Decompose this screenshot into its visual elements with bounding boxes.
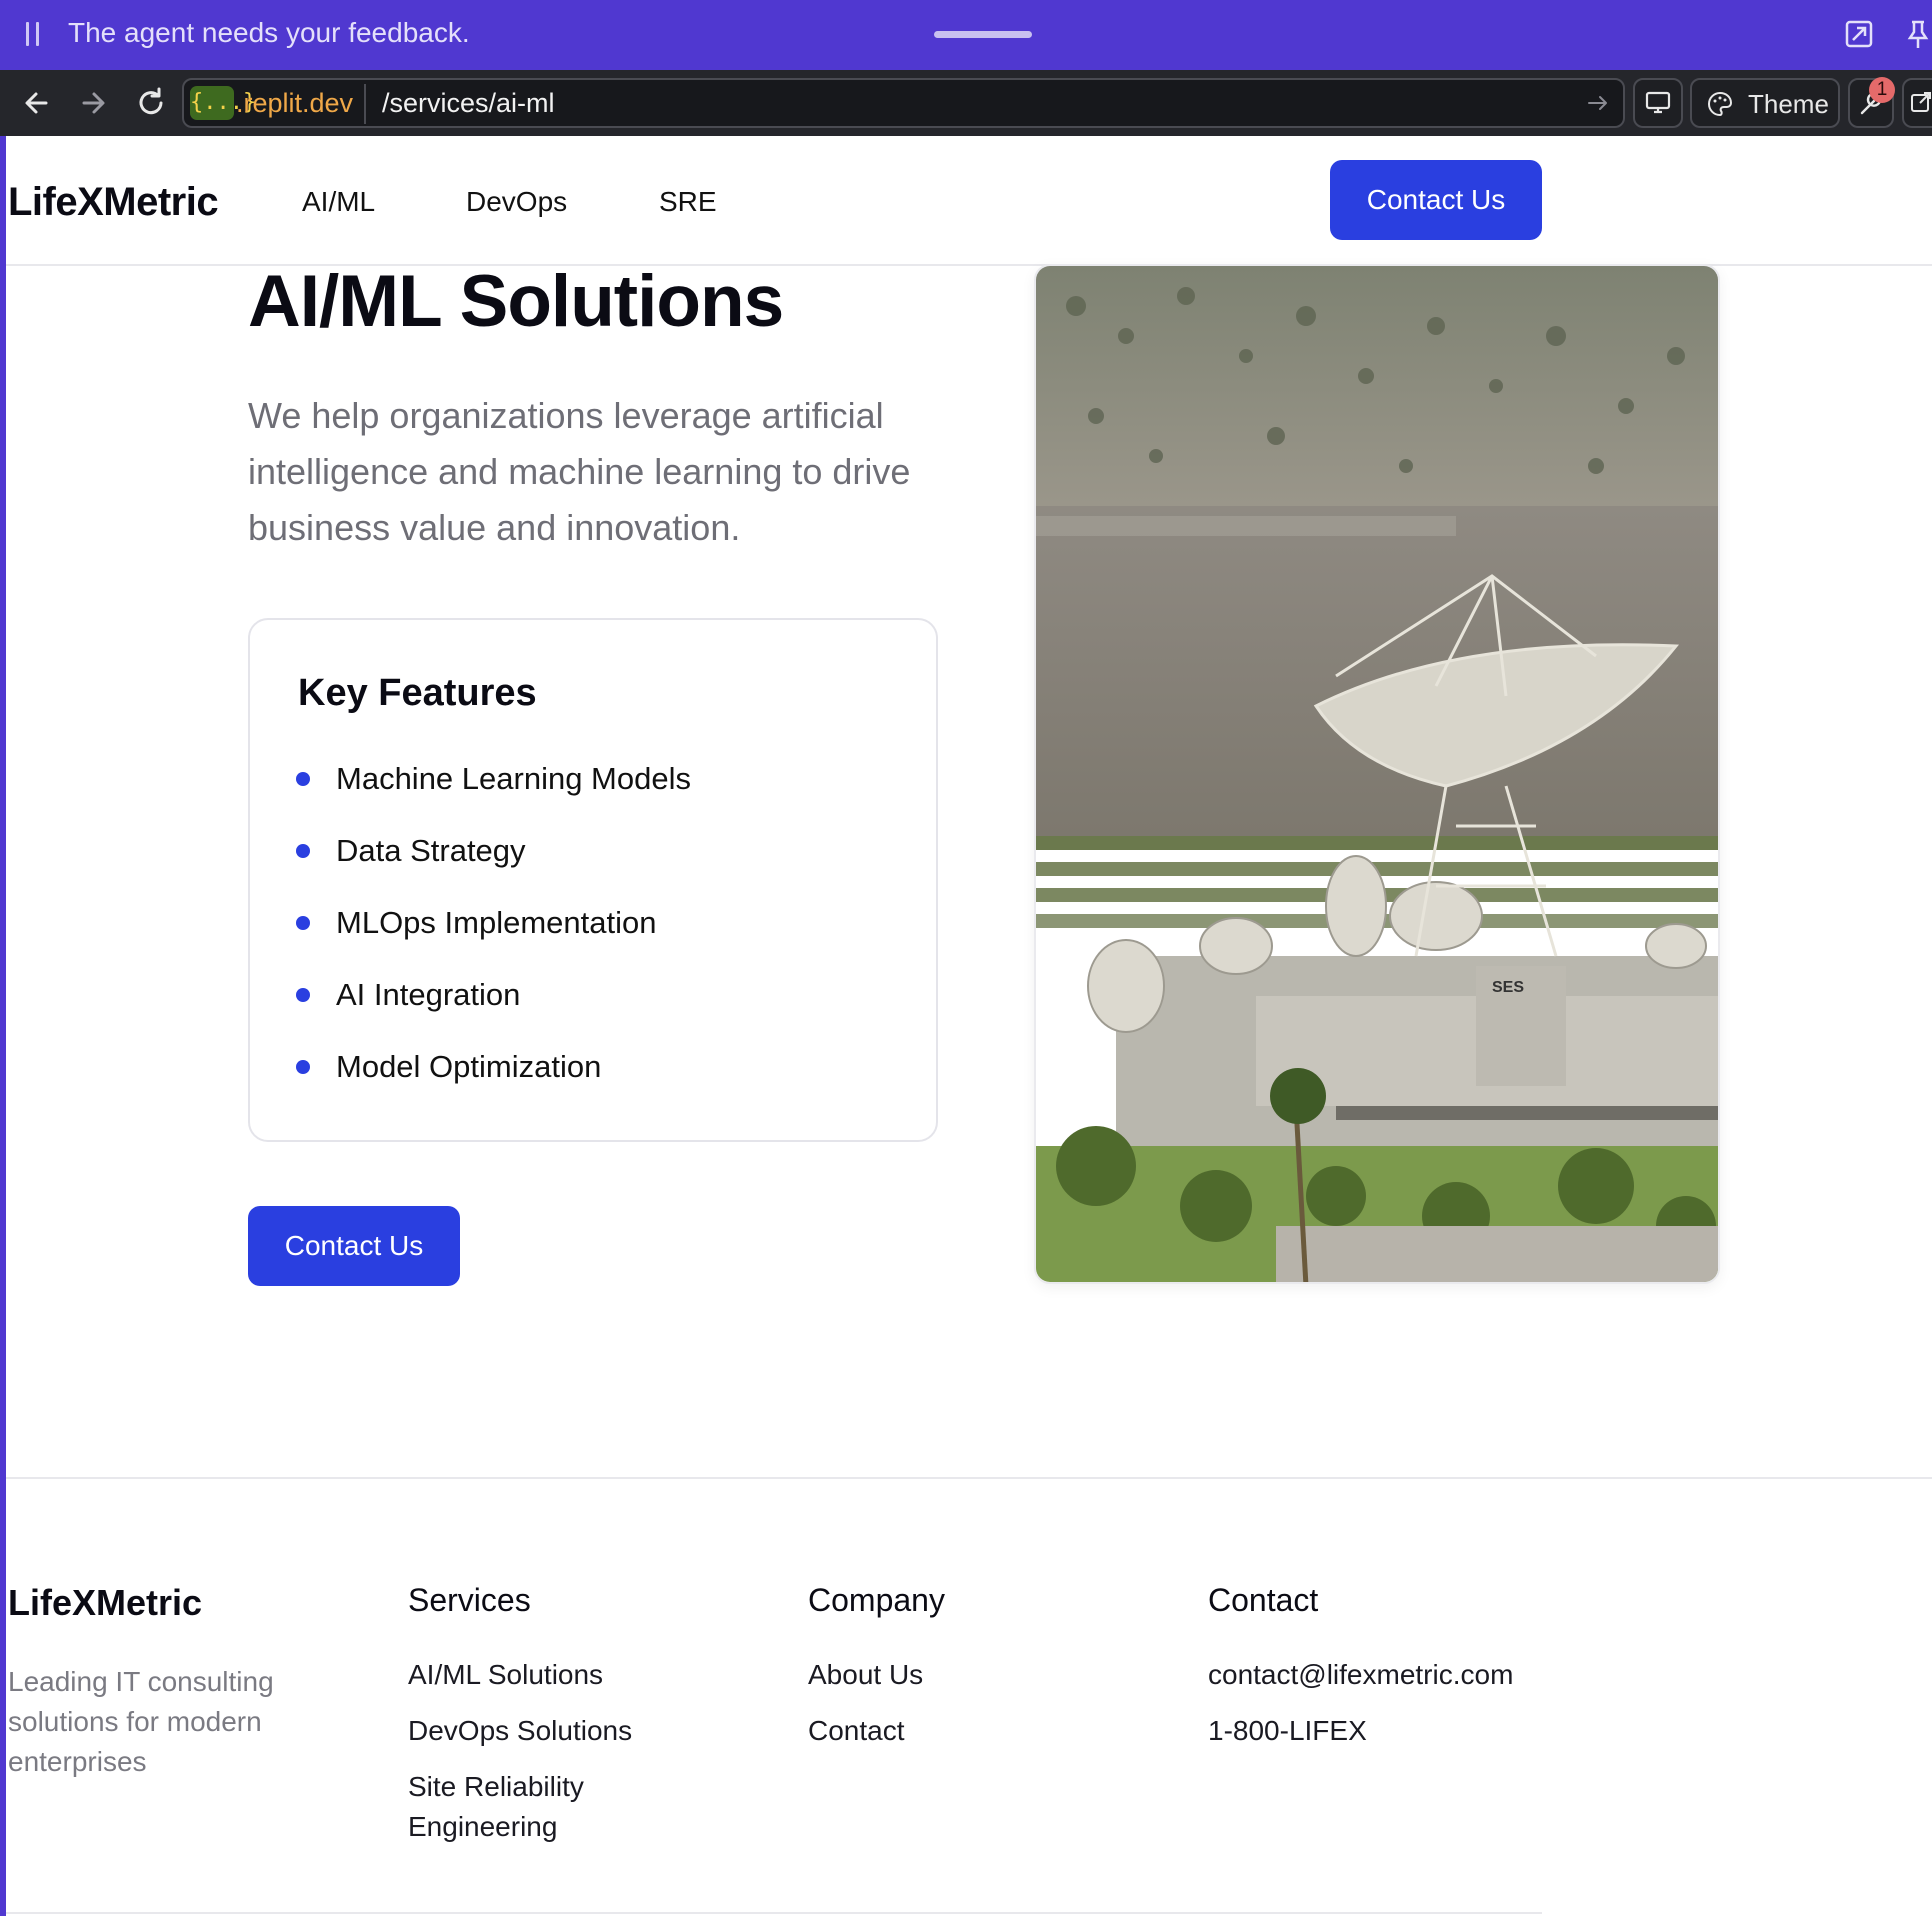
footer-link-sre[interactable]: Site Reliability Engineering: [408, 1767, 628, 1847]
feature-list: Machine Learning Models Data Strategy ML…: [296, 760, 691, 1120]
footer-logo: LifeXMetric: [8, 1582, 203, 1623]
footer-company-title: Company: [808, 1582, 945, 1618]
nav-link-sre[interactable]: SRE: [659, 186, 717, 218]
key-features-card: Key Features Machine Learning Models Dat…: [248, 618, 938, 1142]
hero-description: We help organizations leverage artificia…: [248, 395, 911, 548]
footer-link-about[interactable]: About Us: [808, 1655, 923, 1695]
page-title: AI/ML Solutions: [248, 261, 784, 342]
feature-label: MLOps Implementation: [336, 905, 657, 940]
browser-toolbar: {...} .replit.dev /services/ai-ml Theme: [0, 70, 1932, 136]
feature-item: AI Integration: [296, 976, 691, 1048]
feature-label: Machine Learning Models: [336, 761, 691, 796]
open-tab-button[interactable]: [1902, 78, 1932, 128]
pause-icon[interactable]: [26, 22, 40, 46]
nav-link-devops[interactable]: DevOps: [466, 186, 567, 218]
drag-handle[interactable]: [934, 31, 1032, 38]
satellite-station-image: SES: [1036, 266, 1718, 1282]
feature-item: Data Strategy: [296, 832, 691, 904]
hero-contact-button[interactable]: Contact Us: [248, 1206, 460, 1286]
footer-tagline: Leading IT consulting solutions for mode…: [8, 1666, 274, 1777]
bullet-icon: [296, 988, 310, 1002]
pin-icon[interactable]: [1900, 16, 1932, 52]
feature-label: Model Optimization: [336, 1049, 602, 1084]
svg-text:SES: SES: [1492, 979, 1524, 996]
feature-item: Machine Learning Models: [296, 760, 691, 832]
footer-services-title: Services: [408, 1582, 531, 1618]
open-external-icon[interactable]: [1841, 16, 1877, 52]
device-icon: [1645, 91, 1671, 114]
palette-icon: [1708, 91, 1733, 117]
hero-image: SES: [1034, 264, 1720, 1284]
footer-contact-phone: 1-800-LIFEX: [1208, 1715, 1367, 1746]
footer-link-contact[interactable]: Contact: [808, 1711, 905, 1751]
key-features-title: Key Features: [298, 672, 537, 714]
url-host: .replit.dev: [236, 88, 354, 118]
nav-link-aiml[interactable]: AI/ML: [302, 186, 375, 218]
bullet-icon: [296, 916, 310, 930]
footer-link-devops[interactable]: DevOps Solutions: [408, 1711, 632, 1751]
url-divider: [364, 84, 366, 124]
go-arrow-icon[interactable]: [1585, 90, 1611, 116]
back-arrow-icon[interactable]: [14, 80, 60, 126]
site-header: LifeXMetric AI/ML DevOps SRE Contact Us: [6, 136, 1932, 266]
feature-item: Model Optimization: [296, 1048, 691, 1120]
agent-message: The agent needs your feedback.: [68, 17, 470, 48]
device-button[interactable]: [1633, 78, 1683, 128]
footer-divider: [6, 1477, 1932, 1479]
reload-icon[interactable]: [128, 80, 174, 126]
footer-bottom-divider: [6, 1912, 1542, 1914]
bullet-icon: [296, 844, 310, 858]
bullet-icon: [296, 1060, 310, 1074]
url-host-chip: {...}: [190, 86, 256, 120]
agent-banner: The agent needs your feedback.: [0, 0, 1932, 70]
theme-label: Theme: [1748, 89, 1829, 119]
page: LifeXMetric AI/ML DevOps SRE Contact Us …: [0, 136, 1932, 1916]
forward-arrow-icon[interactable]: [70, 80, 116, 126]
url-path: /services/ai-ml: [382, 88, 555, 118]
open-new-tab-icon: [1911, 92, 1931, 112]
header-contact-button[interactable]: Contact Us: [1330, 160, 1542, 240]
feature-item: MLOps Implementation: [296, 904, 691, 976]
footer-link-aiml[interactable]: AI/ML Solutions: [408, 1655, 603, 1695]
notification-badge: 1: [1869, 77, 1895, 103]
bullet-icon: [296, 772, 310, 786]
footer-contact-title: Contact: [1208, 1582, 1319, 1618]
footer-contact-email[interactable]: contact@lifexmetric.com: [1208, 1655, 1513, 1695]
feature-label: Data Strategy: [336, 833, 526, 868]
site-logo[interactable]: LifeXMetric: [8, 180, 219, 225]
feature-label: AI Integration: [336, 977, 521, 1012]
url-bar[interactable]: {...} .replit.dev /services/ai-ml: [182, 78, 1625, 128]
theme-button[interactable]: Theme: [1690, 78, 1840, 128]
